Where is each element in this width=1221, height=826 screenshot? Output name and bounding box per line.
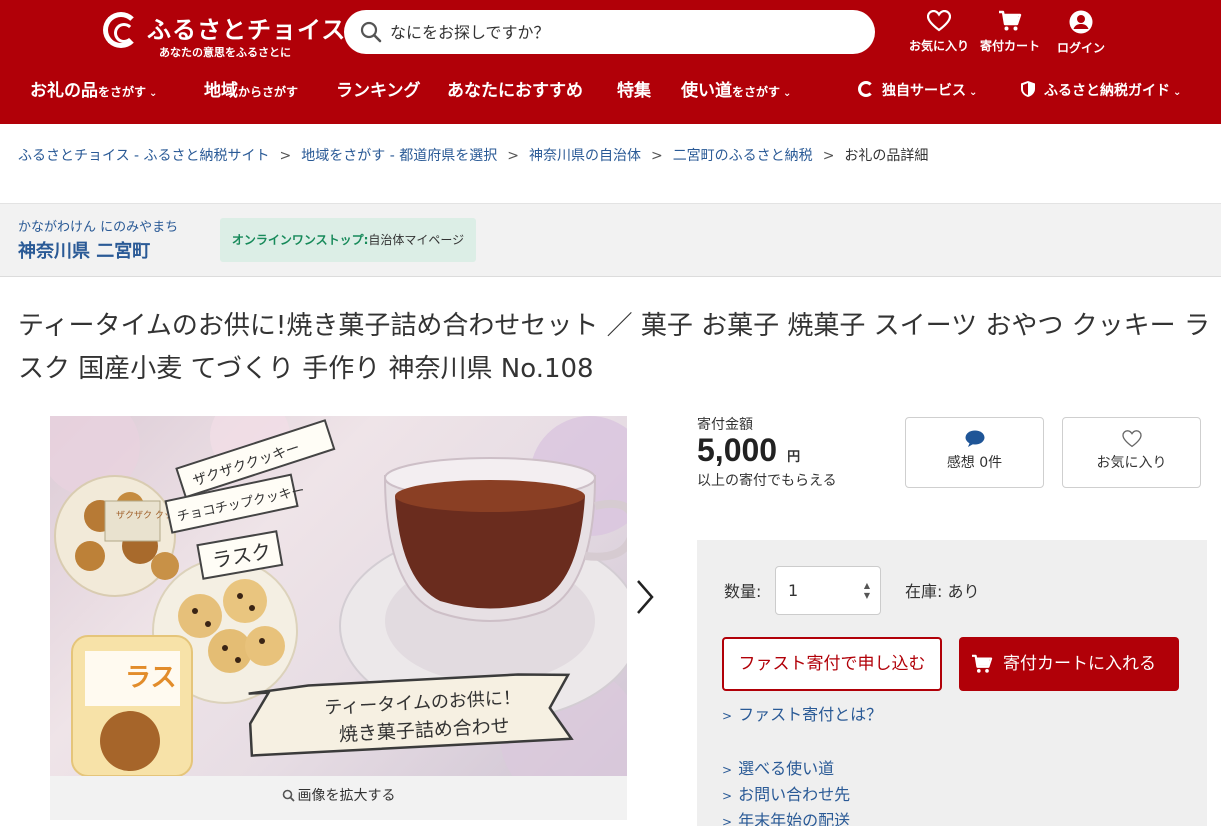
donation-currency: 円 (787, 450, 801, 465)
quantity-label: 数量: (724, 582, 762, 601)
nav-ranking[interactable]: ランキング (336, 76, 421, 110)
chevron-right-icon: > (722, 763, 733, 777)
search-bar[interactable] (344, 10, 875, 54)
search-icon[interactable] (360, 21, 382, 43)
impressions-label: 感想 0件 (946, 455, 1003, 471)
breadcrumb-separator: > (279, 148, 292, 164)
nav-usage-main: 使い道 (681, 81, 732, 101)
add-to-cart-label: 寄付カートに入れる (1003, 654, 1156, 674)
nav-usage-search[interactable]: 使い道をさがす ⌄ (681, 76, 791, 110)
product-image[interactable]: ザクザク クッキー ラス ザクザククッキー チョコチップクッキー ラスク ティー… (50, 416, 627, 776)
logo-mark-icon (858, 81, 874, 97)
breadcrumb-current: お礼の品詳細 (844, 148, 929, 164)
favorites-label: お気に入り (908, 39, 969, 53)
breadcrumb-separator: > (507, 148, 519, 164)
onestop-label: オンラインワンストップ: (231, 233, 369, 247)
contact-link-label: お問い合わせ先 (738, 785, 851, 804)
nav-services[interactable]: 独自サービス ⌄ (858, 76, 977, 110)
logo-text: ふるさとチョイス (147, 16, 347, 44)
nav-guide-label: ふるさと納税ガイド (1044, 83, 1170, 99)
spinner-arrows-icon: ▲ ▼ (863, 581, 870, 600)
usage-link-label: 選べる使い道 (738, 759, 835, 778)
chevron-right-icon: > (722, 789, 733, 803)
login-button[interactable]: ログイン (1046, 10, 1116, 60)
breadcrumb-separator: > (650, 148, 663, 164)
cart-label: 寄付カート (979, 39, 1040, 53)
cart-icon (972, 654, 993, 673)
logo-mark-icon (103, 12, 139, 48)
nav-special[interactable]: 特集 (617, 76, 651, 110)
favorite-button[interactable]: お気に入り (1062, 417, 1201, 488)
quantity-value: 1 (788, 581, 799, 600)
nav-gift-main: お礼の品 (30, 81, 98, 101)
search-input[interactable] (390, 16, 860, 48)
zoom-icon (282, 789, 295, 802)
cart-icon (999, 10, 1022, 31)
heart-icon (927, 10, 951, 32)
onestop-mypage-link[interactable]: オンラインワンストップ:自治体マイページ (220, 218, 476, 262)
cart-button[interactable]: 寄付カート (975, 10, 1045, 60)
stock-status: 在庫: あり (905, 582, 980, 601)
donation-note: 以上の寄付でもらえる (697, 473, 837, 489)
newyear-delivery-link[interactable]: > 年末年始の配送 (722, 807, 850, 826)
chevron-down-icon: ⌄ (1173, 87, 1182, 98)
breadcrumb-link-prefecture[interactable]: 神奈川県の自治体 (529, 148, 641, 164)
usage-link[interactable]: > 選べる使い道 (722, 755, 834, 779)
fast-donation-info-label: ファスト寄付とは？ (738, 705, 883, 724)
breadcrumb-link-home[interactable]: ふるさとチョイス - ふるさと納税サイト (18, 148, 270, 164)
global-nav: お礼の品をさがす ⌄ 地域からさがす ランキング あなたにおすすめ 特集 使い道を… (0, 76, 1221, 110)
shield-icon (1021, 81, 1035, 97)
add-to-cart-button[interactable]: 寄付カートに入れる (959, 637, 1179, 691)
donation-amount-label: 寄付金額 (697, 417, 753, 433)
nav-gift-sub: をさがす (98, 85, 147, 99)
newyear-delivery-label: 年末年始の配送 (738, 811, 851, 826)
nav-region-search[interactable]: 地域からさがす (204, 76, 298, 110)
breadcrumb: ふるさとチョイス - ふるさと納税サイト > 地域をさがす - 都道府県を選択 > 神奈… (18, 145, 928, 165)
chevron-right-icon: > (722, 815, 733, 826)
chevron-right-icon: > (722, 709, 733, 723)
zoom-image-label: 画像を拡大する (297, 788, 396, 804)
nav-region-main: 地域 (204, 81, 238, 101)
favorite-label: お気に入り (1096, 455, 1167, 471)
nav-region-sub: からさがす (238, 85, 299, 99)
onestop-link-text: 自治体マイページ (368, 233, 465, 247)
donation-amount-value: 5,000 (697, 432, 778, 468)
login-label: ログイン (1056, 41, 1105, 55)
logo-tagline: あなたの意思をふるさとに (159, 46, 291, 59)
nav-recommend[interactable]: あなたにおすすめ (447, 76, 583, 110)
product-title: ティータイムのお供に!焼き菓子詰め合わせセット ／ 菓子 お菓子 焼菓子 スイー… (18, 311, 1210, 384)
quantity-select[interactable]: 1 ▲ ▼ (775, 566, 881, 615)
nav-usage-sub: をさがす (732, 85, 781, 99)
nav-gift-search[interactable]: お礼の品をさがす ⌄ (30, 76, 157, 110)
breadcrumb-separator: > (822, 148, 835, 164)
fast-donation-button[interactable]: ファスト寄付で申し込む (722, 637, 942, 691)
municipality-band: かながわけん にのみやまち 神奈川県 二宮町 オンラインワンストップ:自治体マイ… (0, 203, 1221, 277)
package-text: ラス (125, 663, 176, 693)
chevron-right-icon[interactable] (632, 577, 656, 617)
user-icon (1069, 10, 1093, 34)
site-logo[interactable]: ふるさとチョイス あなたの意思をふるさとに (103, 10, 345, 60)
nav-services-label: 独自サービス (882, 83, 966, 99)
speech-bubble-icon (965, 430, 984, 447)
chevron-down-icon: ⌄ (783, 88, 792, 99)
municipality-kana[interactable]: かながわけん にのみやまち (18, 216, 178, 235)
fast-donation-info-link[interactable]: > ファスト寄付とは？ (722, 701, 882, 725)
chevron-down-icon: ⌄ (149, 88, 158, 99)
donation-amount: 5,000 円 (697, 432, 800, 469)
breadcrumb-link-town[interactable]: 二宮町のふるさと納税 (673, 148, 813, 164)
chevron-down-icon: ⌄ (969, 87, 978, 98)
contact-link[interactable]: > お問い合わせ先 (722, 781, 850, 805)
heart-icon (1121, 430, 1142, 448)
site-header: ふるさとチョイス あなたの意思をふるさとに お気に入り 寄付カート ログイン (0, 0, 1221, 124)
favorites-button[interactable]: お気に入り (904, 10, 974, 60)
impressions-button[interactable]: 感想 0件 (905, 417, 1044, 488)
product-photo-illustration: ザクザク クッキー ラス ザクザククッキー チョコチップクッキー ラスク ティー… (50, 416, 627, 776)
nav-guide[interactable]: ふるさと納税ガイド ⌄ (1020, 76, 1181, 110)
breadcrumb-link-region[interactable]: 地域をさがす - 都道府県を選択 (301, 148, 497, 164)
municipality-name[interactable]: 神奈川県 二宮町 (18, 237, 150, 263)
zoom-image-button[interactable]: 画像を拡大する (50, 776, 627, 820)
